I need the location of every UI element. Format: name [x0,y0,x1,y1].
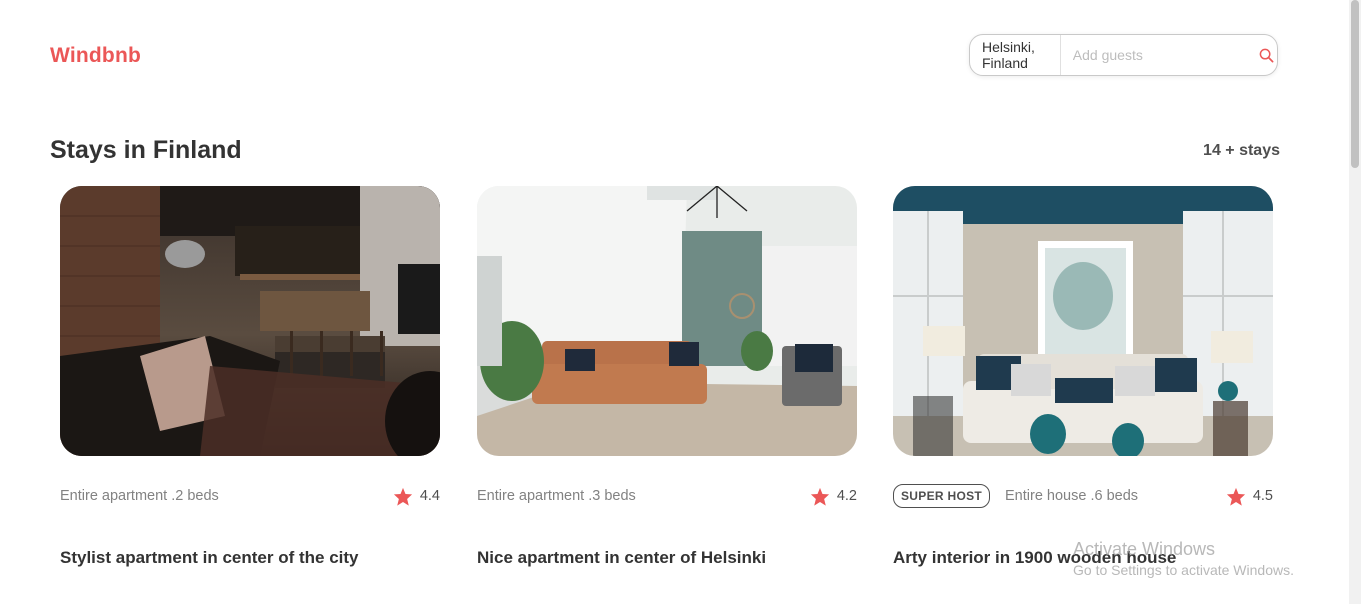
stay-title[interactable]: Nice apartment in center of Helsinki [477,548,766,568]
guests-input[interactable] [1060,34,1256,76]
stay-type: Entire apartment .2 beds [60,488,219,504]
logo[interactable]: Windbnb [50,44,141,68]
star-icon [1226,487,1245,506]
watermark-title: Activate Windows [1073,539,1216,559]
stay-photo-living-room[interactable] [477,186,857,456]
stay-photo-loft[interactable] [60,186,440,456]
search-icon [1259,48,1274,62]
rating-value: 4.5 [1252,488,1273,504]
stay-photo-house[interactable] [893,186,1273,456]
stay-meta: Entire apartment .2 beds 4.4 [60,484,440,508]
page-scrollbar[interactable] [1349,0,1361,604]
star-icon [393,487,412,506]
stay-card[interactable]: SUPER HOST Entire house .6 beds 4.5 Arty… [893,186,1273,567]
rating-value: 4.2 [836,488,857,504]
stay-title[interactable]: Stylist apartment in center of the city [60,548,359,568]
search-bar[interactable]: Helsinki, Finland [969,34,1278,76]
rating-value: 4.4 [419,488,440,504]
search-button[interactable] [1256,35,1277,75]
page-title: Stays in Finland [50,136,242,164]
stays-count: 14 + stays [1203,142,1280,159]
stay-type: Entire house .6 beds [1005,488,1139,504]
stay-rating: 4.2 [810,487,857,506]
super-host-badge: SUPER HOST [893,484,991,508]
stay-rating: 4.4 [393,487,440,506]
stay-rating: 4.5 [1226,487,1273,506]
location-field[interactable]: Helsinki, Finland [970,35,1061,75]
watermark-subtitle: Go to Settings to activate Windows. [1073,562,1294,578]
star-icon [810,487,829,506]
scrollbar-thumb[interactable] [1351,0,1359,168]
stay-meta: Entire apartment .3 beds 4.2 [477,484,857,508]
stay-card[interactable]: Entire apartment .2 beds 4.4 Stylist apa… [60,186,440,567]
stay-card[interactable]: Entire apartment .3 beds 4.2 Nice apartm… [477,186,857,567]
stay-meta: SUPER HOST Entire house .6 beds 4.5 [893,484,1273,508]
activate-windows-watermark: Activate Windows Go to Settings to activ… [1073,539,1294,578]
stay-type: Entire apartment .3 beds [477,488,636,504]
